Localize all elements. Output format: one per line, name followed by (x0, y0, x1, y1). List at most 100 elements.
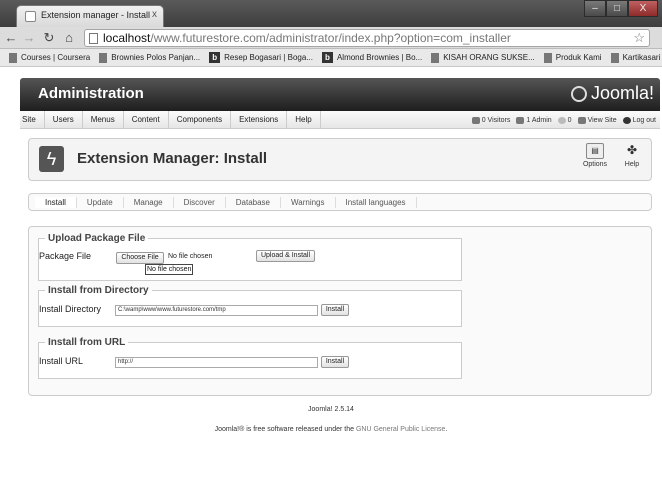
joomla-logo-icon (570, 85, 587, 102)
install-url-legend: Install from URL (48, 337, 126, 348)
tab-warnings[interactable]: Warnings (281, 196, 336, 208)
messages-count: 0 (567, 116, 572, 124)
upload-package-fieldset: Upload Package File (38, 233, 462, 281)
joomla-logo-text: Joomla! (590, 83, 654, 103)
bookmark-star-icon[interactable]: ☆ (633, 30, 645, 46)
no-file-chosen-text: No file chosen (168, 253, 213, 260)
menu-menus[interactable]: Menus (83, 110, 124, 129)
bookmark-label: Courses | Coursera (21, 53, 91, 62)
tab-install[interactable]: Install (35, 196, 77, 208)
install-directory-legend: Install from Directory (48, 285, 149, 296)
help-lifebuoy-icon: ✤ (626, 143, 638, 157)
close-window-button[interactable]: X (628, 0, 658, 17)
visitors-label: 0 Visitors (481, 116, 511, 124)
install-directory-button[interactable]: Install (321, 304, 349, 316)
tab-title: Extension manager - Install (41, 10, 151, 20)
footer-version: Joomla! 2.5.14 (308, 406, 354, 413)
page-icon (89, 33, 98, 44)
install-directory-input[interactable]: C:\wamp\www\www.futurestore.com/tmp (115, 305, 318, 316)
browser-titlebar: Extension manager - Install x – □ X (0, 0, 662, 27)
menu-content[interactable]: Content (124, 110, 169, 129)
view-site-label: View Site (587, 116, 617, 124)
bookmarks-bar: Courses | Coursera Brownies Polos Panjan.… (0, 49, 662, 67)
tab-update[interactable]: Update (77, 196, 124, 208)
admin-title: Administration (38, 85, 144, 102)
view-site-link[interactable]: View Site (577, 116, 617, 124)
file-tooltip: No file chosen (145, 264, 194, 275)
bookmark-label: Produk Kami (555, 53, 602, 62)
help-button[interactable]: ✤ Help (617, 143, 647, 168)
users-icon (516, 116, 525, 124)
forward-arrow-icon[interactable]: → (22, 30, 36, 45)
logout-label: Log out (632, 116, 656, 124)
home-icon[interactable]: ⌂ (62, 30, 76, 45)
bookmark-item[interactable]: b Resep Bogasari | Boga... (209, 52, 313, 63)
browser-toolbar: ← → ↻ ⌂ localhost/www.futurestore.com/ad… (0, 27, 662, 49)
bookmark-label: Brownies Polos Panjan... (111, 53, 201, 62)
admin-menu-bar: Site Users Menus Content Components Exte… (20, 110, 660, 129)
b-icon: b (321, 52, 333, 63)
logout-link[interactable]: Log out (622, 116, 656, 124)
tab-discover[interactable]: Discover (174, 196, 226, 208)
address-bar[interactable]: localhost/www.futurestore.com/administra… (84, 29, 650, 47)
b-icon: b (209, 52, 221, 63)
bookmark-label: Almond Brownies | Bo... (336, 53, 423, 62)
choose-file-button[interactable]: Choose File (116, 252, 164, 264)
messages-status[interactable]: 0 (557, 116, 572, 124)
page-icon (543, 52, 552, 63)
upload-package-legend: Upload Package File (48, 233, 146, 244)
users-icon (471, 116, 480, 124)
installer-content: Upload Package File Package File Choose … (28, 226, 652, 396)
tab-favicon-icon (25, 11, 36, 22)
joomla-admin-page: Administration Joomla! Site Users Menus … (0, 68, 662, 485)
page-icon (610, 52, 619, 63)
menu-help[interactable]: Help (287, 110, 321, 129)
admins-label: 1 Admin (526, 116, 552, 124)
help-label: Help (624, 161, 640, 168)
gpl-link[interactable]: GNU General Public License (356, 426, 446, 433)
admins-status[interactable]: 1 Admin (516, 116, 552, 124)
install-url-label: Install URL (39, 356, 84, 366)
tab-manage[interactable]: Manage (124, 196, 174, 208)
install-url-input[interactable]: http:// (115, 357, 318, 368)
bookmark-label: Kartikasari Store (622, 53, 662, 62)
menu-extensions[interactable]: Extensions (231, 110, 288, 129)
power-icon (622, 116, 631, 124)
page-icon (431, 52, 440, 63)
bookmark-item[interactable]: Produk Kami (543, 52, 602, 63)
window-controls: – □ X (584, 0, 658, 17)
bookmark-label: KISAH ORANG SUKSE... (443, 53, 535, 62)
message-icon (557, 116, 566, 124)
license-suffix: . (445, 426, 448, 433)
joomla-logo: Joomla! (570, 83, 654, 104)
bookmark-item[interactable]: Brownies Polos Panjan... (99, 52, 201, 63)
reload-icon[interactable]: ↻ (42, 30, 56, 46)
bookmark-item[interactable]: KISAH ORANG SUKSE... (431, 52, 535, 63)
bookmark-item[interactable]: Kartikasari Store (610, 52, 662, 63)
page-title: Extension Manager: Install (77, 150, 268, 167)
tab-close-icon[interactable]: x (152, 9, 157, 20)
bookmark-item[interactable]: b Almond Brownies | Bo... (321, 52, 423, 63)
install-url-button[interactable]: Install (321, 356, 349, 368)
tab-database[interactable]: Database (226, 196, 281, 208)
upload-install-button[interactable]: Upload & Install (256, 250, 315, 262)
minimize-button[interactable]: – (584, 0, 606, 17)
back-arrow-icon[interactable]: ← (4, 30, 18, 45)
installer-tabs: Install Update Manage Discover Database … (28, 193, 652, 211)
menu-users[interactable]: Users (45, 110, 83, 129)
admin-status: 0 Visitors 1 Admin 0 View Site Log out (466, 111, 656, 129)
maximize-button[interactable]: □ (606, 0, 628, 17)
admin-header-bar: Administration Joomla! (20, 78, 660, 111)
bookmark-label: Resep Bogasari | Boga... (224, 53, 313, 62)
menu-components[interactable]: Components (169, 110, 232, 129)
menu-site[interactable]: Site (20, 110, 45, 129)
bookmark-item[interactable]: Courses | Coursera (9, 52, 91, 63)
browser-tab[interactable]: Extension manager - Install x (16, 5, 164, 27)
monitor-icon (577, 116, 586, 124)
address-url[interactable]: localhost/www.futurestore.com/administra… (103, 31, 511, 45)
visitors-status[interactable]: 0 Visitors (471, 116, 511, 124)
options-button[interactable]: ▤ Options (580, 143, 610, 168)
package-file-label: Package File (39, 251, 92, 261)
extension-lightning-icon: ϟ (39, 146, 64, 172)
tab-install-languages[interactable]: Install languages (336, 196, 417, 208)
